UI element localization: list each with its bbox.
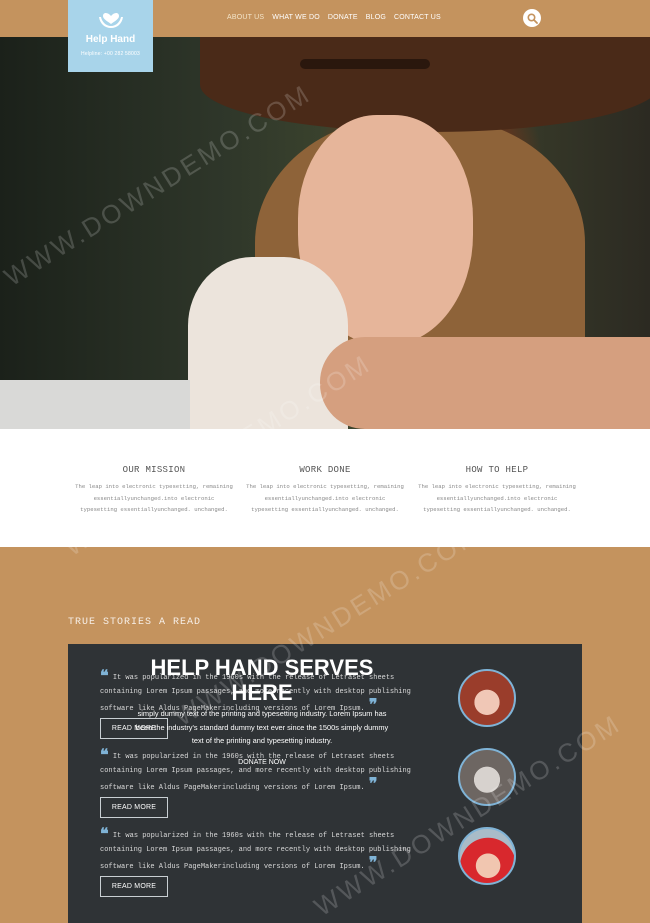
- mission-title: OUR MISSION: [122, 465, 186, 475]
- main-nav: ABOUT US WHAT WE DO DONATE BLOG CONTACT …: [227, 14, 441, 21]
- quote-close-icon: ❞: [368, 776, 378, 793]
- quote-open-icon: ❝: [100, 747, 109, 764]
- banner-text: simply dummy text of the printing and ty…: [135, 709, 389, 745]
- read-more-button[interactable]: READ MORE: [100, 797, 168, 818]
- story-text-wrap: ❝ It was popularized in the 1960s with t…: [100, 826, 430, 875]
- read-more-button[interactable]: READ MORE: [100, 876, 168, 897]
- story-avatar[interactable]: [458, 827, 516, 885]
- story-text: It was popularized in the 1960s with the…: [100, 832, 411, 871]
- mission-column: OUR MISSION The leap into electronic typ…: [74, 465, 234, 516]
- hero-hat-shape: [200, 37, 650, 132]
- quote-open-icon: ❝: [100, 826, 109, 843]
- stories-section: TRUE STORIES A READ ❝ It was popularized…: [0, 547, 650, 923]
- hero-ledge-shape: [0, 380, 190, 429]
- story-avatar[interactable]: [458, 748, 516, 806]
- hero-image: [0, 37, 650, 429]
- banner-heading: HELP HAND SERVES HERE: [150, 655, 374, 705]
- heart-hands-icon: [98, 13, 123, 28]
- how-to-help-title: HOW TO HELP: [465, 465, 529, 475]
- work-done-title: WORK DONE: [299, 465, 351, 475]
- brand-title: Help Hand: [85, 34, 136, 45]
- nav-contact-us[interactable]: CONTACT US: [394, 14, 441, 21]
- search-icon: [526, 12, 538, 24]
- help-hand-banner: HELP HAND SERVES HERE simply dummy text …: [135, 655, 389, 769]
- work-done-column: WORK DONE The leap into electronic types…: [245, 465, 405, 516]
- logo[interactable]: Help Hand Helpline: +00 282 58003: [68, 0, 153, 72]
- nav-blog[interactable]: BLOG: [366, 14, 386, 21]
- story-item: ❝ It was popularized in the 1960s with t…: [100, 826, 430, 875]
- hero-arm-shape: [320, 337, 650, 429]
- story-avatar[interactable]: [458, 669, 516, 727]
- brand-phone: Helpline: +00 282 58003: [81, 51, 140, 57]
- donate-now-button[interactable]: DONATE NOW: [232, 757, 292, 768]
- hero-hat-band-shape: [300, 59, 430, 69]
- search-button[interactable]: [523, 9, 541, 27]
- work-done-text: The leap into electronic typesetting, re…: [246, 483, 404, 513]
- mission-text: The leap into electronic typesetting, re…: [75, 483, 233, 513]
- how-to-help-column: HOW TO HELP The leap into electronic typ…: [417, 465, 577, 516]
- how-to-help-text: The leap into electronic typesetting, re…: [418, 483, 576, 513]
- stories-title: TRUE STORIES A READ: [68, 617, 202, 628]
- nav-donate[interactable]: DONATE: [328, 14, 358, 21]
- quote-close-icon: ❞: [368, 855, 378, 872]
- mission-section: OUR MISSION The leap into electronic typ…: [0, 429, 650, 547]
- nav-what-we-do[interactable]: WHAT WE DO: [272, 14, 320, 21]
- nav-about-us[interactable]: ABOUT US: [227, 14, 264, 21]
- quote-open-icon: ❝: [100, 668, 109, 685]
